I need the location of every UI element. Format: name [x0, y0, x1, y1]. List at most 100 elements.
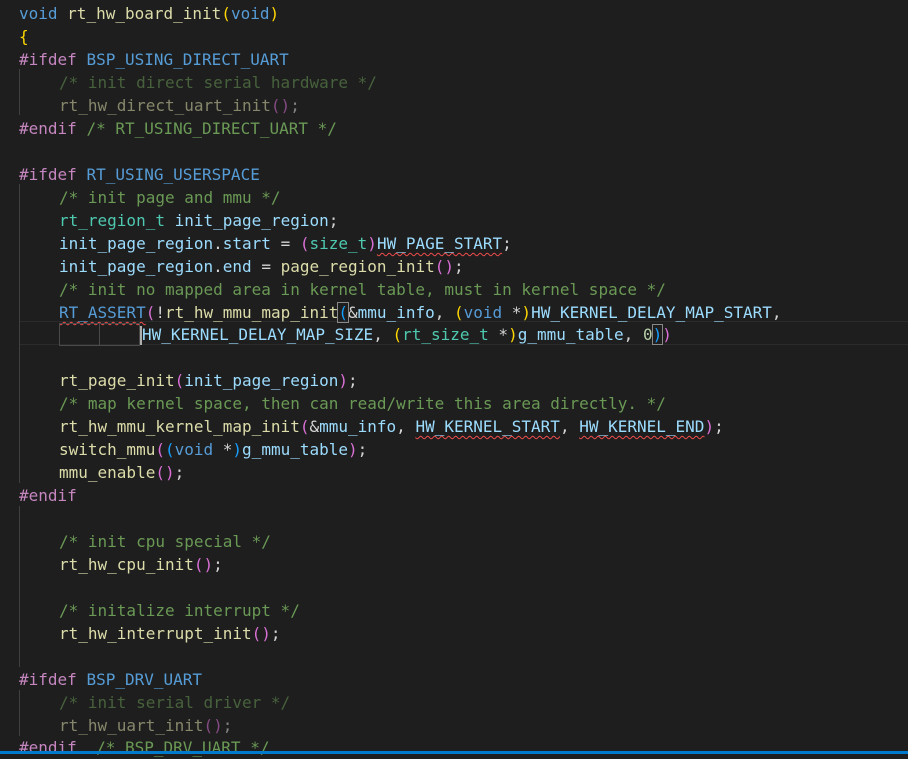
- code-line-22[interactable]: #endif: [19, 484, 899, 507]
- token-variable: init_page_region: [59, 234, 214, 253]
- token-comment: /* initalize interrupt */: [59, 601, 300, 620]
- token-punct: ,: [559, 417, 580, 436]
- token-keyword: void: [174, 440, 214, 459]
- token-bracket: (: [164, 440, 175, 459]
- token-bracket: (): [270, 96, 291, 115]
- code-line-14[interactable]: RT_ASSERT(!rt_hw_mmu_map_init(&mmu_info,…: [19, 301, 899, 324]
- token-function: rt_page_init: [59, 371, 175, 390]
- token-operator: =: [280, 234, 291, 253]
- code-line-4[interactable]: /* init direct serial hardware */: [19, 71, 899, 94]
- token-preprocessor: #endif: [19, 486, 77, 505]
- token-keyword: void: [230, 4, 270, 23]
- token-bracket: (): [155, 463, 175, 482]
- token-punct: ;: [290, 96, 300, 115]
- code-line-12[interactable]: init_page_region.end = page_region_init(…: [19, 255, 899, 278]
- token-type: rt_size_t: [402, 325, 489, 344]
- token-bracket: ): [508, 325, 518, 344]
- token-punct: ,: [771, 303, 782, 322]
- token-function: rt_hw_board_init: [67, 4, 222, 23]
- token-variable: start: [222, 234, 271, 253]
- token-preprocessor: #ifdef: [19, 670, 77, 689]
- token-comment: /* BSP_DRV_UART */: [96, 738, 270, 757]
- token-bracket: ): [704, 417, 715, 436]
- code-line-21[interactable]: mmu_enable();: [19, 461, 899, 484]
- token-punct: ;: [714, 417, 724, 436]
- token-function: page_region_init: [280, 257, 435, 276]
- code-line-32[interactable]: rt_hw_uart_init();: [19, 714, 899, 737]
- code-line-6[interactable]: #endif /* RT_USING_DIRECT_UART */: [19, 117, 899, 140]
- code-line-15[interactable]: HW_KERNEL_DELAY_MAP_SIZE, (rt_size_t *)g…: [59, 323, 908, 346]
- token-bracket: {: [19, 27, 29, 46]
- token-preprocessor: #endif: [19, 119, 77, 138]
- token-operator: *: [488, 325, 509, 344]
- token-operator: !: [155, 303, 165, 322]
- code-line-30[interactable]: #ifdef BSP_DRV_UART: [19, 668, 899, 691]
- token-keyword: void: [19, 4, 58, 23]
- code-editor[interactable]: void rt_hw_board_init(void) { #ifdef BSP…: [0, 0, 908, 757]
- token-comment: /* init serial driver */: [59, 693, 291, 712]
- code-line-2[interactable]: {: [19, 25, 899, 48]
- token-macro-error: RT_ASSERT: [59, 303, 146, 322]
- code-line-3[interactable]: #ifdef BSP_USING_DIRECT_UART: [19, 48, 899, 71]
- code-line-33[interactable]: #endif /* BSP_DRV_UART */: [19, 736, 899, 759]
- token-comment: /* map kernel space, then can read/write…: [59, 394, 666, 413]
- token-bracket: (: [155, 440, 165, 459]
- token-punct: ;: [174, 463, 185, 482]
- token-bracket-match: ): [651, 324, 664, 345]
- token-type: size_t: [309, 234, 368, 253]
- code-line-20[interactable]: switch_mmu((void *)g_mmu_table);: [19, 438, 899, 461]
- code-line-1[interactable]: void rt_hw_board_init(void): [19, 2, 899, 25]
- code-line-11[interactable]: init_page_region.start = (size_t)HW_PAGE…: [19, 232, 899, 255]
- token-comment: /* init cpu special */: [59, 532, 271, 551]
- code-line-25[interactable]: rt_hw_cpu_init();: [19, 553, 899, 576]
- token-bracket: ): [232, 440, 243, 459]
- token-punct: ;: [213, 555, 223, 574]
- code-line-28[interactable]: rt_hw_interrupt_init();: [19, 622, 899, 645]
- token-operator: *: [213, 440, 233, 459]
- tab-whitespace-marker: [59, 323, 100, 346]
- token-bracket: (: [174, 371, 185, 390]
- token-macro-error: HW_KERNEL_END: [579, 417, 705, 436]
- code-line-19[interactable]: rt_hw_mmu_kernel_map_init(&mmu_info, HW_…: [19, 415, 899, 438]
- token-number: 0: [642, 325, 653, 344]
- token-bracket: ): [367, 234, 377, 253]
- code-line-27[interactable]: /* initalize interrupt */: [19, 599, 899, 622]
- token-punct: ;: [270, 624, 281, 643]
- token-punct: .: [213, 234, 223, 253]
- token-macro: HW_KERNEL_DELAY_MAP_SIZE: [142, 325, 374, 344]
- code-line-5[interactable]: rt_hw_direct_uart_init();: [19, 94, 899, 117]
- token-variable: mmu_info: [319, 417, 397, 436]
- code-line-17[interactable]: rt_page_init(init_page_region);: [19, 369, 899, 392]
- token-function: rt_hw_mmu_map_init: [164, 303, 339, 322]
- token-punct: .: [213, 257, 223, 276]
- code-line-9[interactable]: /* init page and mmu */: [19, 186, 899, 209]
- token-type: rt_region_t: [59, 211, 165, 230]
- token-punct: ;: [453, 257, 464, 276]
- code-line-13[interactable]: /* init no mapped area in kernel table, …: [19, 278, 899, 301]
- token-operator: =: [261, 257, 271, 276]
- token-comment: /* RT_USING_DIRECT_UART */: [86, 119, 337, 138]
- token-variable: init_page_region: [59, 257, 214, 276]
- token-variable: mmu_info: [357, 303, 435, 322]
- token-punct: ,: [396, 417, 416, 436]
- token-macro: HW_KERNEL_DELAY_MAP_START: [531, 303, 772, 322]
- token-comment: /* init page and mmu */: [59, 188, 281, 207]
- code-line-10[interactable]: rt_region_t init_page_region;: [19, 209, 899, 232]
- token-variable: init_page_region: [184, 371, 339, 390]
- code-line-8[interactable]: #ifdef RT_USING_USERSPACE: [19, 163, 899, 186]
- token-function: rt_hw_mmu_kernel_map_init: [59, 417, 300, 436]
- code-line-31[interactable]: /* init serial driver */: [19, 691, 899, 714]
- code-line-18[interactable]: /* map kernel space, then can read/write…: [19, 392, 899, 415]
- token-variable: init_page_region: [174, 211, 329, 230]
- token-operator: *: [502, 303, 522, 322]
- token-keyword: void: [463, 303, 503, 322]
- token-punct: ;: [357, 440, 368, 459]
- token-operator: &: [309, 417, 320, 436]
- token-function: switch_mmu: [59, 440, 156, 459]
- token-function: rt_hw_uart_init: [59, 716, 204, 735]
- token-punct: ,: [623, 325, 643, 344]
- token-bracket: ): [521, 303, 532, 322]
- token-macro: BSP_USING_DIRECT_UART: [86, 50, 289, 69]
- code-line-24[interactable]: /* init cpu special */: [19, 530, 899, 553]
- token-punct: ,: [373, 325, 393, 344]
